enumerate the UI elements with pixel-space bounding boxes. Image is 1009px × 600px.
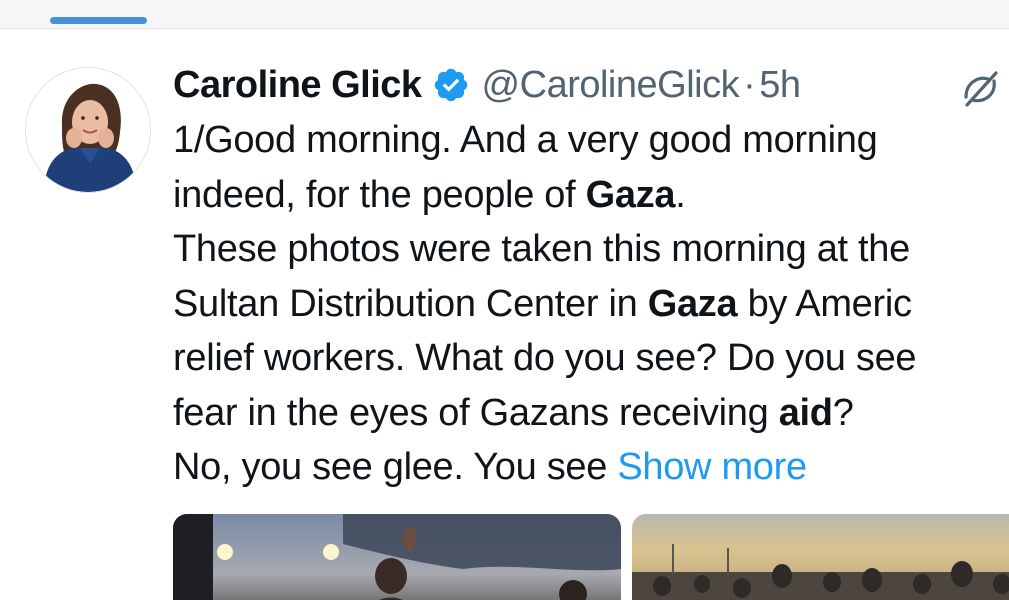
media-photo-1[interactable] [173,514,621,600]
tweet-header: Caroline Glick @CarolineGlick · 5h [173,62,801,108]
media-photo-2[interactable] [632,514,1009,600]
tweet[interactable]: Caroline Glick @CarolineGlick · 5h 1/Goo… [0,29,1009,600]
active-tab-indicator[interactable] [50,17,147,24]
tweet-text-line-2: indeed, for the people of Gaza. [173,173,686,216]
author-display-name[interactable]: Caroline Glick [173,64,422,107]
author-handle[interactable]: @CarolineGlick [482,64,740,107]
tweet-text-line-5: relief workers. What do you see? Do you … [173,337,917,379]
highlight-gaza: Gaza [647,282,738,325]
separator-dot: · [743,63,756,106]
tweet-text-line-7: No, you see glee. You see Show more [173,446,807,488]
tweet-text: 1/Good morning. And a very good morning … [173,113,1009,495]
hashtag-gaza: Gaza [585,173,676,216]
grok-icon[interactable] [958,67,1002,111]
verified-badge-icon[interactable] [432,66,470,104]
avatar-image [26,68,150,192]
tweet-text-line-4: Sultan Distribution Center in Gaza by Am… [173,282,912,325]
tweet-text-line-6: fear in the eyes of Gazans receiving aid… [173,391,854,434]
tweet-text-line-3: These photos were taken this morning at … [173,228,910,270]
show-more-link[interactable]: Show more [617,446,807,488]
highlight-aid: aid [778,391,833,434]
avatar[interactable] [25,67,151,193]
tweet-text-line-1: 1/Good morning. And a very good morning [173,119,878,161]
tweet-timestamp[interactable]: 5h [759,64,801,107]
top-tab-bar [0,0,1009,29]
